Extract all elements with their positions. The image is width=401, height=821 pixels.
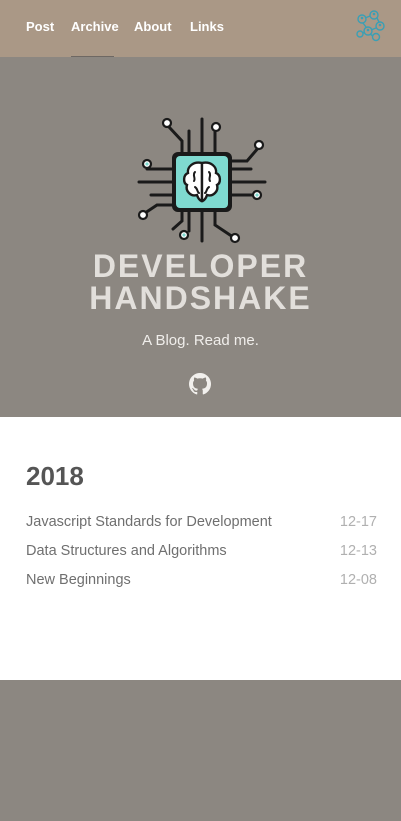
archive-section: 2018 Javascript Standards for Developmen… [0,417,401,680]
post-date: 12-17 [339,514,377,530]
post-title-link[interactable]: New Beginnings [26,570,131,590]
site-title: DEVELOPER HANDSHAKE [0,250,401,314]
post-title-link[interactable]: Data Structures and Algorithms [26,541,227,561]
github-icon[interactable] [189,373,211,395]
post-date: 12-13 [339,543,377,559]
list-item[interactable]: Data Structures and Algorithms 12-13 [26,541,377,561]
navbar: Post Archive About Links [0,0,401,59]
site-subtitle: A Blog. Read me. [142,332,259,349]
nav-link-about[interactable]: About [134,19,172,35]
network-people-icon[interactable] [354,9,387,42]
list-item[interactable]: Javascript Standards for Development 12-… [26,512,377,532]
footer [0,680,401,821]
hero: DEVELOPER HANDSHAKE A Blog. Read me. [0,57,401,417]
nav-link-post[interactable]: Post [26,19,54,35]
site-title-line2: HANDSHAKE [89,280,312,316]
post-title-link[interactable]: Javascript Standards for Development [26,512,272,532]
post-date: 12-08 [339,572,377,588]
site-title-line1: DEVELOPER [92,248,309,284]
archive-year-heading: 2018 [26,461,84,491]
brain-chip-icon [137,117,267,244]
nav-link-archive[interactable]: Archive [71,19,119,35]
nav-link-links[interactable]: Links [190,19,224,35]
list-item[interactable]: New Beginnings 12-08 [26,570,377,590]
